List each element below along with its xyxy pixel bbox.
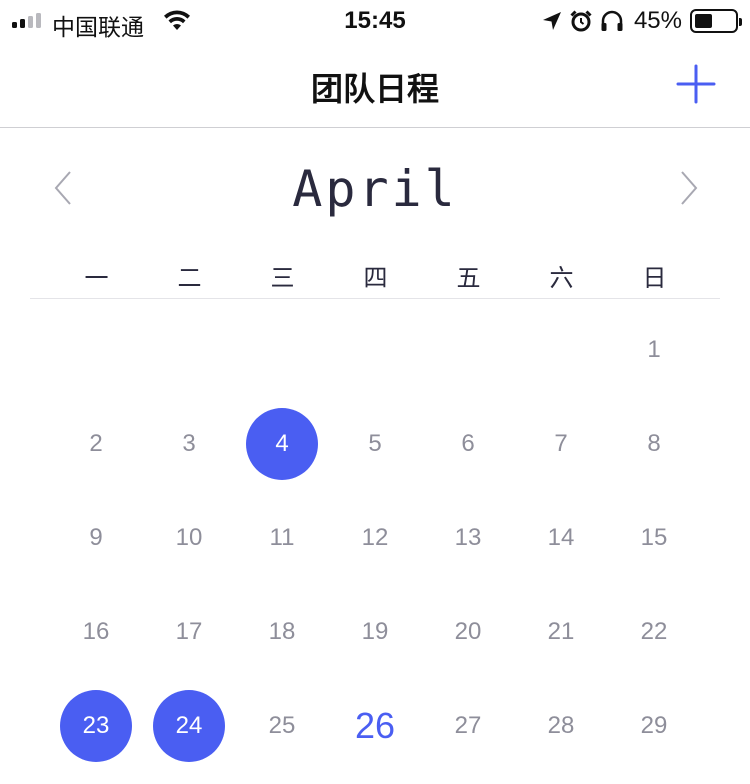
day-cell-11[interactable]: 11 [246,502,318,574]
day-cell-1[interactable]: 1 [618,314,690,386]
day-cell-27[interactable]: 27 [432,690,504,762]
weekday-header: 一二三四五六日 [50,258,700,292]
battery-level [695,14,713,28]
day-cell-19[interactable]: 19 [339,596,411,668]
weekday-label: 三 [270,264,295,292]
day-cell-14[interactable]: 14 [525,502,597,574]
weekday-label: 六 [549,264,574,292]
day-cell-20[interactable]: 20 [432,596,504,668]
day-cell-6[interactable]: 6 [432,408,504,480]
day-cell-3[interactable]: 3 [153,408,225,480]
day-cell-25[interactable]: 25 [246,690,318,762]
nav-bar: 团队日程 [0,42,750,128]
day-cell-4[interactable]: 4 [246,408,318,480]
day-cell-28[interactable]: 28 [525,690,597,762]
weekday-label: 四 [363,264,388,292]
alarm-icon [570,10,592,32]
day-cell-17[interactable]: 17 [153,596,225,668]
page-title: 团队日程 [310,70,439,108]
plus-icon[interactable] [672,60,720,108]
day-cell-2[interactable]: 2 [60,408,132,480]
day-cell-23[interactable]: 23 [60,690,132,762]
day-cell-12[interactable]: 12 [339,502,411,574]
status-bar: 中国联通 15:45 45% [0,0,750,42]
weekday-label: 一 [84,264,109,292]
day-cell-15[interactable]: 15 [618,502,690,574]
day-cell-7[interactable]: 7 [525,408,597,480]
battery-percent: 45% [633,7,682,34]
day-cell-8[interactable]: 8 [618,408,690,480]
weekday-label: 五 [456,264,481,292]
day-cell-16[interactable]: 16 [60,596,132,668]
day-cell-9[interactable]: 9 [60,502,132,574]
month-title: April [292,160,458,218]
location-arrow-icon [542,12,561,30]
weekday-label: 日 [642,264,667,292]
weekday-label: 二 [177,264,202,292]
day-cell-21[interactable]: 21 [525,596,597,668]
day-cell-18[interactable]: 18 [246,596,318,668]
day-cell-29[interactable]: 29 [618,690,690,762]
chevron-right-icon[interactable] [668,168,708,208]
day-cell-26[interactable]: 26 [339,690,411,762]
battery-icon [690,9,742,33]
headphones-icon [601,10,623,31]
day-cell-22[interactable]: 22 [618,596,690,668]
day-cell-5[interactable]: 5 [339,408,411,480]
day-cell-13[interactable]: 13 [432,502,504,574]
calendar-grid: 1 2 3 4 5 6 7 8 9 10 11 12 13 14 15 16 17 18 19 20 21 22 23 24 2… [0,300,750,784]
day-cell-10[interactable]: 10 [153,502,225,574]
day-cell-24[interactable]: 24 [153,690,225,762]
divider [30,298,720,299]
